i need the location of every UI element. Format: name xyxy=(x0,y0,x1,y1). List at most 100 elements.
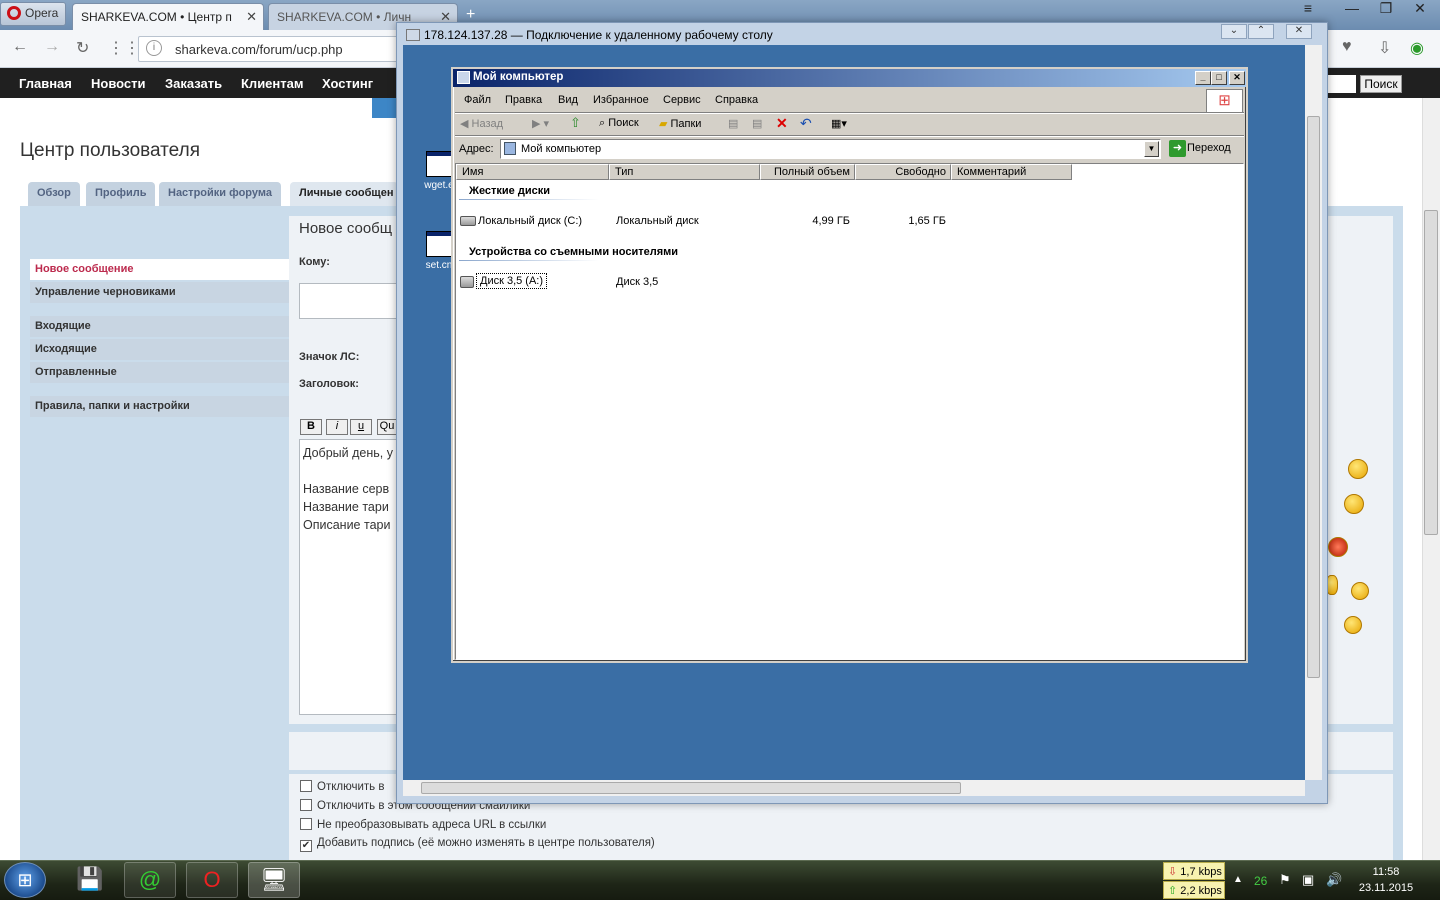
close-window-icon[interactable]: ✕ xyxy=(1402,0,1438,20)
opera-menu-button[interactable]: Opera xyxy=(0,2,66,26)
copy-to-icon[interactable]: ▤ xyxy=(752,117,762,130)
forward-icon[interactable]: → xyxy=(44,38,60,56)
delete-icon[interactable]: ✕ xyxy=(776,115,788,132)
menu-file[interactable]: Файл xyxy=(464,94,491,106)
tab-forum-settings[interactable]: Настройки форума xyxy=(159,182,281,206)
underline-button[interactable]: u xyxy=(350,419,372,435)
mail-agent-icon[interactable]: @ xyxy=(124,862,176,898)
tray-counter[interactable]: 26 xyxy=(1254,874,1267,888)
folders-button[interactable]: ▰ Папки xyxy=(659,117,701,130)
up-folder-icon[interactable]: ⇧ xyxy=(570,115,581,131)
menu-edit[interactable]: Правка xyxy=(505,94,542,106)
column-comment[interactable]: Комментарий xyxy=(951,164,1072,180)
explorer-maximize-button[interactable]: □ xyxy=(1211,71,1227,85)
checkbox[interactable] xyxy=(300,818,312,830)
minimize-icon[interactable]: — xyxy=(1334,0,1370,20)
back-icon[interactable]: ← xyxy=(12,38,28,56)
file-list[interactable] xyxy=(455,163,1244,660)
rdp-up-icon[interactable]: ⌃ xyxy=(1248,24,1274,39)
download-icon[interactable]: ⇩ xyxy=(1378,38,1391,58)
rdp-close-icon[interactable]: ✕ xyxy=(1286,24,1312,39)
clock[interactable]: 11:58 23.11.2015 xyxy=(1354,864,1418,896)
option-disable-bbcode[interactable]: Отключить в xyxy=(300,780,384,793)
sidebar-item-sent[interactable]: Отправленные xyxy=(30,362,289,383)
save-floppy-icon[interactable]: 💾 xyxy=(64,862,116,898)
speed-dial-icon[interactable]: ⋮⋮ xyxy=(108,38,140,58)
tab-overview[interactable]: Обзор xyxy=(28,182,80,206)
bold-button[interactable]: B xyxy=(300,419,322,435)
menu-news[interactable]: Новости xyxy=(91,76,146,91)
checkbox[interactable] xyxy=(300,799,312,811)
column-type[interactable]: Тип xyxy=(609,164,760,180)
checkbox-checked[interactable]: ✔ xyxy=(300,840,312,852)
opera-taskbar-icon[interactable]: O xyxy=(186,862,238,898)
url-input[interactable]: sharkeva.com/forum/ucp.php xyxy=(138,36,400,62)
smiley-icon[interactable] xyxy=(1351,582,1369,600)
menu-order[interactable]: Заказать xyxy=(165,76,222,91)
page-scroll-thumb[interactable] xyxy=(1424,210,1438,535)
tab-private-messages[interactable]: Личные сообщен xyxy=(290,182,398,206)
explorer-close-button[interactable]: ✕ xyxy=(1229,71,1245,85)
views-icon[interactable]: ▦▾ xyxy=(831,117,847,130)
start-button[interactable]: ⊞ xyxy=(4,862,46,898)
network-icon[interactable]: ▣ xyxy=(1302,872,1314,888)
menu-help[interactable]: Справка xyxy=(715,94,758,106)
explorer-minimize-button[interactable]: _ xyxy=(1195,71,1211,85)
bookmark-heart-icon[interactable]: ♥ xyxy=(1342,38,1352,56)
menu-favorites[interactable]: Избранное xyxy=(593,94,649,106)
remote-desktop-taskbar-icon[interactable]: 🖥 xyxy=(248,862,300,898)
back-arrow-icon: ◀ xyxy=(460,118,472,130)
drive-c-name[interactable]: Локальный диск (C:) xyxy=(478,215,582,227)
sync-icon[interactable]: ◉ xyxy=(1410,38,1424,58)
search-button[interactable]: ⌕ Поиск xyxy=(599,117,639,130)
quote-button[interactable]: Qu xyxy=(377,419,397,435)
address-dropdown-button[interactable]: ▼ xyxy=(1144,141,1159,157)
menu-view[interactable]: Вид xyxy=(558,94,578,106)
tab-sharkeva-ucp[interactable]: SHARKEVA.COM • Центр п ✕ xyxy=(72,3,264,30)
tab-profile[interactable]: Профиль xyxy=(86,182,156,206)
back-button[interactable]: ◀ Назад xyxy=(460,117,503,130)
site-search-input[interactable] xyxy=(1326,75,1356,93)
drive-c-total: 4,99 ГБ xyxy=(812,215,850,227)
sidebar-item-new-message[interactable]: Новое сообщение xyxy=(30,259,289,280)
italic-button[interactable]: i xyxy=(326,419,348,435)
sidebar-item-drafts[interactable]: Управление черновиками xyxy=(30,282,289,303)
rdp-hscroll-thumb[interactable] xyxy=(421,782,961,794)
tab-menu-icon[interactable]: ≡ xyxy=(1290,0,1326,20)
tray-expand-icon[interactable]: ▲ xyxy=(1233,874,1243,885)
option-attach-signature[interactable]: ✔ Добавить подпись (её можно изменять в ц… xyxy=(300,837,655,852)
restore-icon[interactable]: ❐ xyxy=(1368,0,1404,20)
menu-home[interactable]: Главная xyxy=(19,76,72,91)
smiley-icon[interactable] xyxy=(1344,494,1364,514)
column-total-size[interactable]: Полный объем xyxy=(760,164,855,180)
sidebar-item-rules-folders[interactable]: Правила, папки и настройки xyxy=(30,396,289,417)
checkbox[interactable] xyxy=(300,780,312,792)
menu-clients[interactable]: Клиентам xyxy=(241,76,303,91)
sidebar-item-outbox[interactable]: Исходящие xyxy=(30,339,289,360)
smiley-icon[interactable] xyxy=(1344,616,1362,634)
site-info-icon[interactable]: i xyxy=(146,40,162,56)
rdp-vscroll-thumb[interactable] xyxy=(1307,116,1320,678)
address-input[interactable]: Мой компьютер xyxy=(500,139,1161,159)
recipient-input[interactable] xyxy=(299,283,399,319)
close-tab-icon[interactable]: ✕ xyxy=(246,9,257,25)
sidebar-item-inbox[interactable]: Входящие xyxy=(30,316,289,337)
forward-button[interactable]: ▶ ▾ xyxy=(532,117,549,130)
menu-dropdown-tab xyxy=(372,98,398,118)
column-name[interactable]: Имя xyxy=(456,164,609,180)
message-textarea[interactable]: Добрый день, у Название серв Название та… xyxy=(299,439,399,715)
menu-tools[interactable]: Сервис xyxy=(663,94,701,106)
menu-hosting[interactable]: Хостинг xyxy=(322,76,373,91)
drive-a-name[interactable]: Диск 3,5 (A:) xyxy=(476,273,548,289)
move-to-icon[interactable]: ▤ xyxy=(728,117,738,130)
reload-icon[interactable]: ↻ xyxy=(76,38,89,58)
column-free-space[interactable]: Свободно xyxy=(855,164,951,180)
devil-smiley-icon[interactable] xyxy=(1328,537,1348,557)
undo-icon[interactable]: ↶ xyxy=(800,115,812,132)
action-center-flag-icon[interactable]: ⚑ xyxy=(1279,872,1291,888)
site-search-button[interactable]: Поиск xyxy=(1360,75,1402,93)
volume-icon[interactable]: 🔊 xyxy=(1326,872,1342,888)
rdp-dropdown-icon[interactable]: ⌄ xyxy=(1221,24,1247,39)
option-no-url-parse[interactable]: Не преобразовывать адреса URL в ссылки xyxy=(300,818,546,831)
smiley-icon[interactable] xyxy=(1348,459,1368,479)
